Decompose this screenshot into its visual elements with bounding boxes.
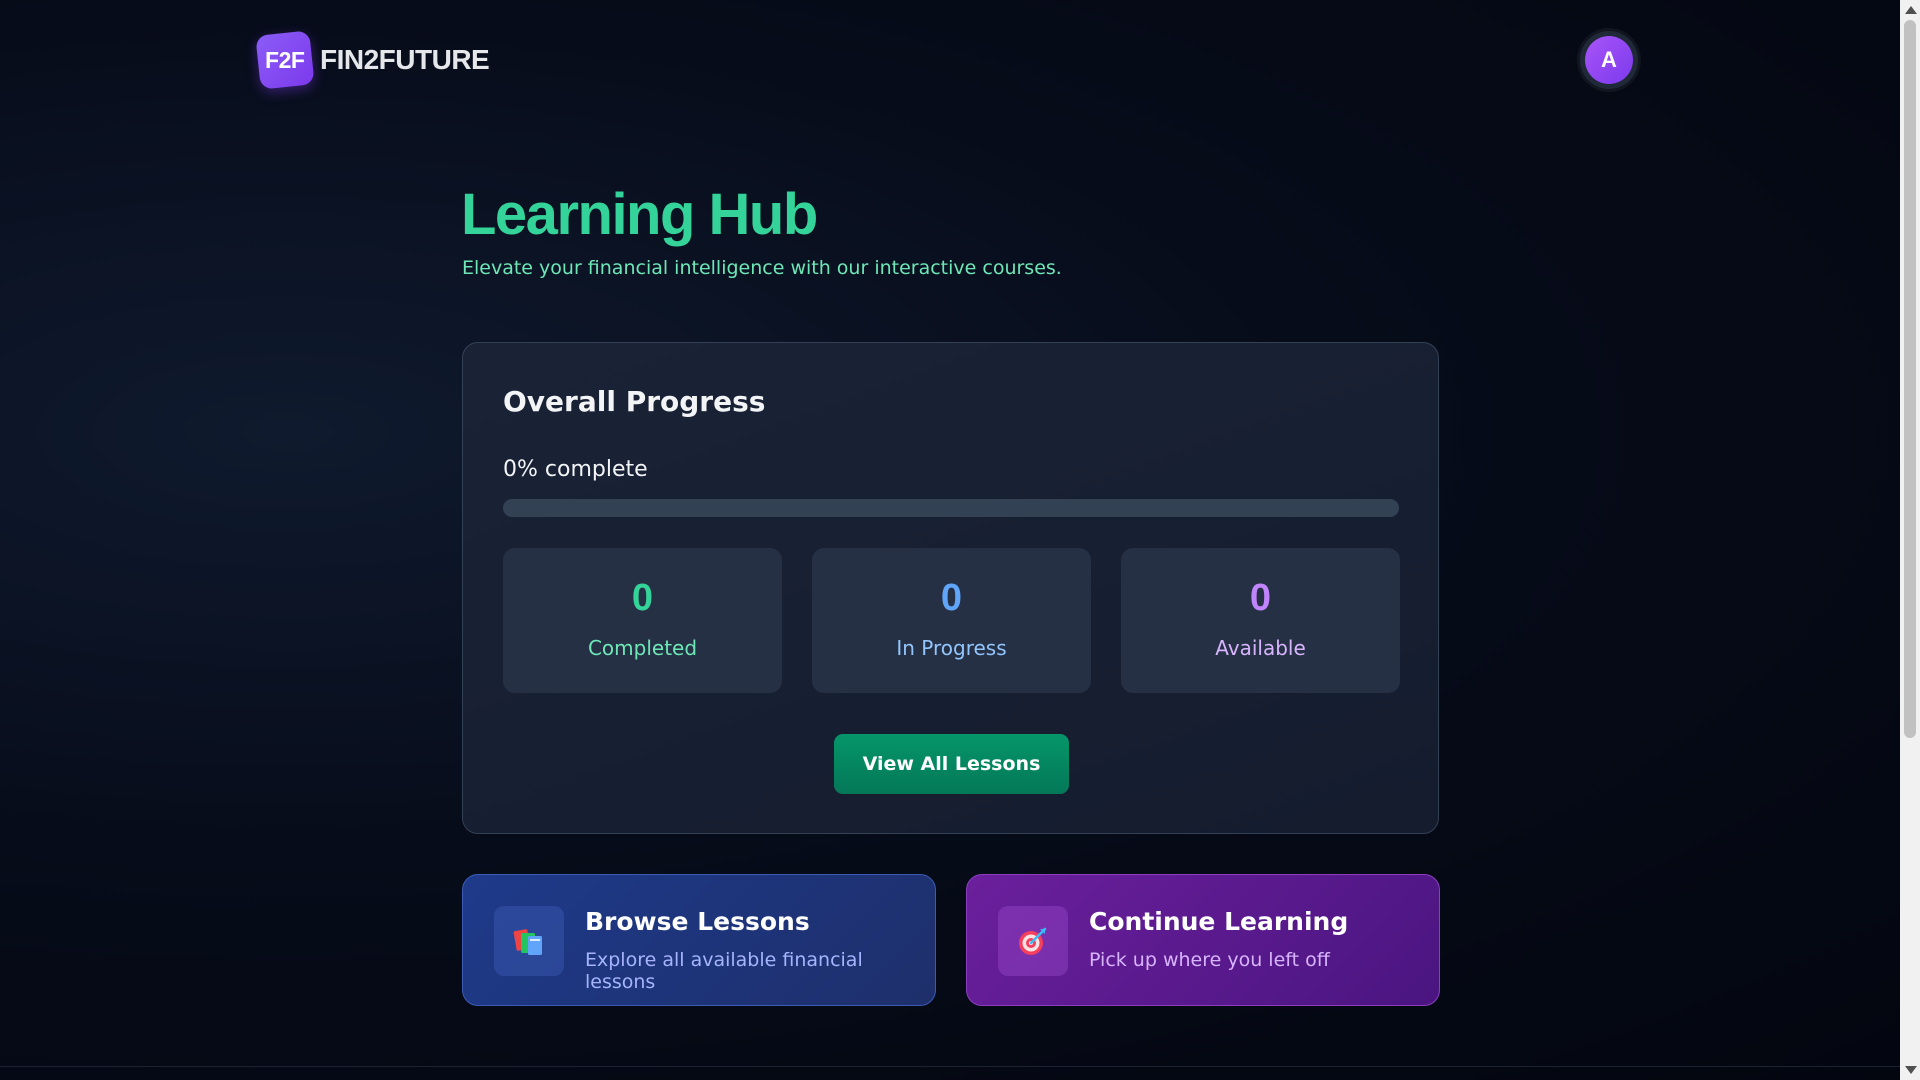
- stat-available-label: Available: [1215, 636, 1306, 660]
- stat-in-progress: 0 In Progress: [812, 548, 1091, 693]
- browse-lessons-description: Explore all available financial lessons: [585, 949, 863, 993]
- avatar-initial: A: [1585, 36, 1633, 84]
- continue-learning-tile[interactable]: Continue Learning Pick up where you left…: [966, 874, 1440, 1006]
- page-subtitle: Elevate your financial intelligence with…: [462, 257, 1062, 279]
- continue-learning-description: Pick up where you left off: [1089, 949, 1330, 971]
- scroll-up-arrow-icon[interactable]: [1905, 6, 1917, 14]
- user-avatar[interactable]: A: [1580, 31, 1638, 89]
- progress-percent-label: 0% complete: [503, 457, 648, 482]
- stat-completed-label: Completed: [587, 636, 698, 660]
- stat-available-value: 0: [1249, 577, 1272, 619]
- continue-learning-title: Continue Learning: [1089, 907, 1349, 936]
- vertical-scrollbar[interactable]: [1900, 0, 1920, 1080]
- stat-available: 0 Available: [1121, 548, 1400, 693]
- footer-divider: [0, 1066, 1900, 1067]
- logo-badge: F2F: [255, 30, 315, 90]
- overall-progress-card: Overall Progress 0% complete 0 Completed…: [462, 342, 1439, 834]
- page: F2F FIN2FUTURE A Learning Hub Elevate yo…: [0, 0, 1900, 1080]
- target-icon: [998, 906, 1068, 976]
- view-all-lessons-button[interactable]: View All Lessons: [834, 734, 1069, 794]
- books-icon: [494, 906, 564, 976]
- stat-in-progress-label: In Progress: [896, 636, 1007, 660]
- stat-completed: 0 Completed: [503, 548, 782, 693]
- page-title: Learning Hub: [461, 182, 818, 247]
- logo-text: FIN2FUTURE: [320, 44, 490, 75]
- browse-lessons-tile[interactable]: Browse Lessons Explore all available fin…: [462, 874, 936, 1006]
- stat-completed-value: 0: [631, 577, 654, 619]
- scroll-down-arrow-icon[interactable]: [1905, 1066, 1917, 1074]
- progress-bar: [503, 499, 1399, 517]
- browse-lessons-title: Browse Lessons: [585, 907, 810, 936]
- progress-card-title: Overall Progress: [503, 385, 766, 418]
- stat-in-progress-value: 0: [940, 577, 963, 619]
- scrollbar-thumb[interactable]: [1904, 20, 1916, 738]
- logo[interactable]: F2F FIN2FUTURE: [255, 30, 490, 90]
- logo-badge-text: F2F: [265, 46, 305, 73]
